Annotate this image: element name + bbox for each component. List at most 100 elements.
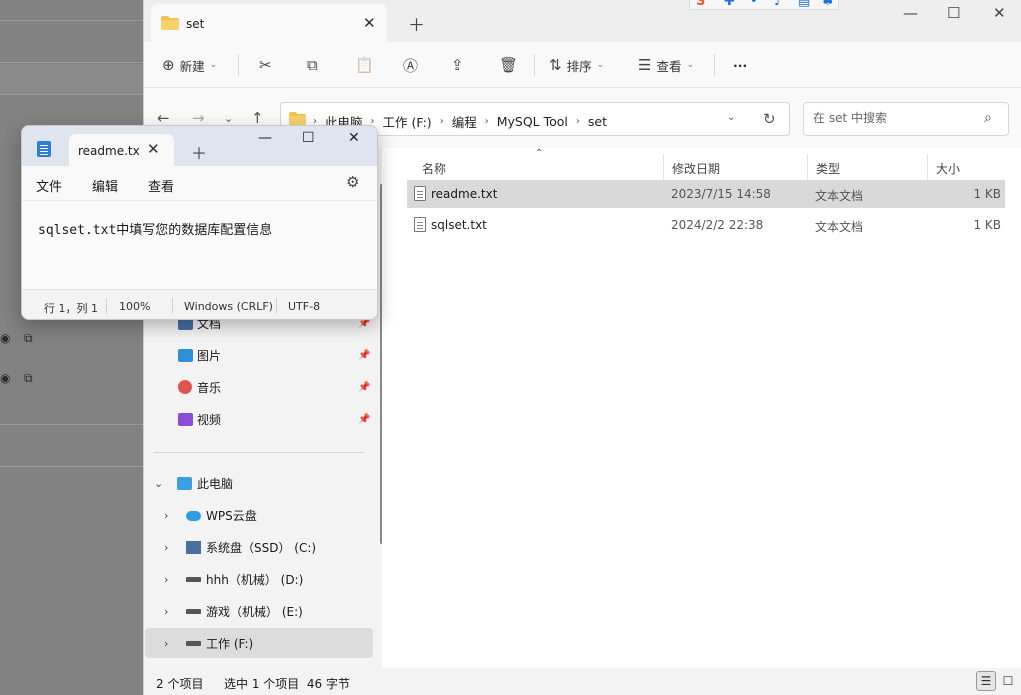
tiles-view-button[interactable]: ☐	[998, 671, 1018, 691]
column-header-type[interactable]: 类型	[807, 154, 927, 182]
ime-tools-icon[interactable]: ♣	[822, 0, 834, 9]
file-row-sqlset[interactable]: sqlset.txt 2024/2/2 22:38 文本文档 1 KB	[407, 211, 1005, 239]
notepad-menubar: 文件 编辑 查看 ⚙	[22, 166, 377, 200]
zoom-level[interactable]: 100%	[119, 300, 150, 313]
cloud-icon	[186, 511, 201, 521]
ime-mode-icon[interactable]: ✚	[724, 0, 735, 9]
drive-icon	[186, 609, 201, 614]
background-app: ◉ ⧉ ◉ ⧉	[0, 0, 143, 695]
ime-mic-icon[interactable]: ♪	[774, 0, 782, 9]
chevron-right-icon[interactable]: ›	[164, 509, 168, 522]
toolbar-divider	[714, 54, 715, 76]
close-window-button[interactable]: ✕	[993, 4, 1006, 22]
background-divider	[0, 466, 143, 467]
copy-button[interactable]: ⧉	[307, 54, 318, 76]
new-tab-button[interactable]: ＋	[408, 11, 425, 36]
ime-keyboard-icon[interactable]: ▤	[798, 0, 810, 9]
share-button[interactable]: ⇪	[451, 54, 464, 76]
menu-edit[interactable]: 编辑	[92, 176, 118, 195]
ime-logo-icon[interactable]: S	[696, 0, 705, 9]
eye-icon[interactable]: ◉	[0, 331, 10, 345]
column-header-name[interactable]: 名称	[414, 154, 664, 182]
status-divider	[172, 298, 173, 314]
breadcrumb-drive-f[interactable]: 工作 (F:)	[383, 112, 432, 131]
notepad-editor[interactable]: sqlset.txt中填写您的数据库配置信息	[22, 200, 377, 289]
copy-icon[interactable]: ⧉	[24, 371, 33, 386]
sort-button-label: 排序	[566, 58, 592, 74]
maximize-button[interactable]: ☐	[947, 4, 960, 22]
file-date: 2023/7/15 14:58	[671, 187, 771, 201]
line-ending[interactable]: Windows (CRLF)	[184, 300, 273, 313]
notepad-tab[interactable]: readme.txt ✕	[69, 134, 174, 166]
breadcrumb-separator-icon[interactable]: ›	[485, 116, 489, 127]
refresh-icon[interactable]: ↻	[763, 110, 776, 128]
view-button[interactable]: ☰ 查看 ⌄	[638, 54, 694, 76]
chevron-down-icon: ⌄	[596, 60, 605, 70]
ime-punct-icon[interactable]: •	[750, 0, 758, 9]
recent-locations-button[interactable]: ⌄	[224, 112, 233, 125]
search-box[interactable]: ⌕	[803, 102, 1009, 136]
menu-view[interactable]: 查看	[148, 176, 174, 195]
more-icon: ···	[733, 57, 748, 73]
notepad-status-bar: 行 1，列 1 100% Windows (CRLF) UTF-8	[22, 289, 377, 319]
notepad-content[interactable]: sqlset.txt中填写您的数据库配置信息	[38, 219, 272, 238]
search-input[interactable]	[813, 111, 973, 125]
chevron-down-icon[interactable]: ⌄	[727, 112, 735, 123]
file-row-readme[interactable]: readme.txt 2023/7/15 14:58 文本文档 1 KB	[407, 180, 1005, 208]
menu-file[interactable]: 文件	[36, 176, 62, 195]
details-view-button[interactable]: ☰	[976, 671, 996, 691]
gear-icon[interactable]: ⚙	[346, 173, 359, 191]
eye-icon[interactable]: ◉	[0, 371, 10, 385]
breadcrumb-mysql-tool[interactable]: MySQL Tool	[497, 114, 568, 129]
chevron-down-icon: ⌄	[686, 60, 695, 70]
breadcrumb-separator-icon[interactable]: ›	[576, 116, 580, 127]
delete-button[interactable]: 🗑	[499, 54, 518, 76]
toolbar-divider	[534, 54, 535, 76]
copy-icon[interactable]: ⧉	[24, 331, 33, 346]
sidebar-item-drive-f[interactable]: › 工作 (F:)	[145, 628, 373, 658]
column-header-size[interactable]: 大小	[927, 154, 1005, 182]
close-window-button[interactable]: ✕	[348, 130, 360, 146]
chevron-right-icon[interactable]: ›	[164, 605, 168, 618]
sort-button[interactable]: ⇅ 排序 ⌄	[549, 54, 604, 76]
breadcrumb-separator-icon[interactable]: ›	[440, 116, 444, 127]
sidebar-item-label: 工作 (F:)	[206, 636, 254, 651]
close-tab-icon[interactable]: ✕	[147, 140, 160, 158]
selection-info: 选中 1 个项目 46 字节	[224, 677, 350, 691]
breadcrumb-programming[interactable]: 编程	[452, 112, 477, 131]
chevron-right-icon[interactable]: ›	[164, 573, 168, 586]
sidebar-item-drive-d[interactable]: › hhh（机械） (D:)	[144, 564, 372, 594]
text-file-icon	[414, 186, 426, 201]
new-button[interactable]: ⊕ 新建 ⌄	[162, 54, 217, 76]
more-button[interactable]: ···	[733, 54, 747, 76]
sidebar-item-drive-e[interactable]: › 游戏（机械） (E:)	[144, 596, 372, 626]
videos-icon	[178, 412, 193, 426]
sidebar-item-wps-cloud[interactable]: › WPS云盘	[144, 500, 372, 530]
close-tab-icon[interactable]: ✕	[363, 14, 376, 32]
rename-button[interactable]: Ⓐ	[403, 54, 418, 76]
minimize-button[interactable]: —	[258, 130, 272, 146]
sidebar-item-drive-c[interactable]: › 系统盘（SSD） (C:)	[144, 532, 372, 562]
chevron-right-icon[interactable]: ›	[164, 637, 168, 650]
column-header-date[interactable]: 修改日期	[663, 154, 808, 182]
music-icon	[178, 380, 192, 394]
sidebar-item-videos[interactable]: 视频 📌	[144, 404, 372, 434]
chevron-down-icon[interactable]: ⌄	[154, 477, 163, 490]
minimize-button[interactable]: —	[903, 4, 918, 22]
explorer-tab[interactable]: set ✕	[151, 4, 387, 42]
file-list: ⌃ 名称 修改日期 类型 大小 readme.txt 2023/7/15 14:…	[382, 148, 1021, 668]
cursor-position: 行 1，列 1	[44, 302, 98, 315]
sidebar-item-music[interactable]: 音乐 📌	[144, 372, 372, 402]
chevron-right-icon[interactable]: ›	[164, 541, 168, 554]
maximize-button[interactable]: ☐	[302, 130, 315, 146]
encoding[interactable]: UTF-8	[288, 300, 320, 313]
sidebar-item-pictures[interactable]: 图片 📌	[144, 340, 372, 370]
paste-button[interactable]: 📋	[355, 54, 374, 76]
search-icon[interactable]: ⌕	[984, 110, 992, 126]
breadcrumb-set[interactable]: set	[588, 114, 607, 129]
sidebar-item-this-pc[interactable]: ⌄ 此电脑	[144, 468, 372, 498]
cut-button[interactable]: ✂	[259, 54, 272, 76]
background-pane	[0, 64, 143, 94]
new-tab-button[interactable]: ＋	[191, 140, 207, 164]
sidebar-divider	[154, 452, 364, 453]
